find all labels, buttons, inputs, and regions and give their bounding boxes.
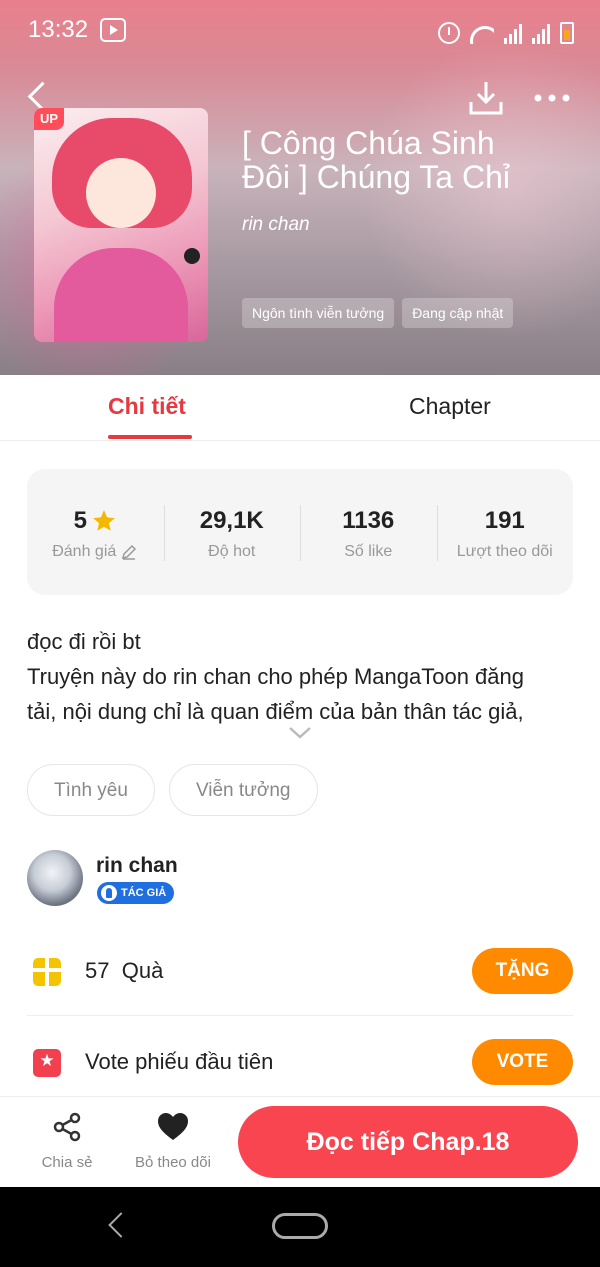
share-button[interactable]: Chia sẻ bbox=[22, 1111, 112, 1171]
vote-label: Vote phiếu đầu tiên bbox=[85, 1049, 274, 1074]
gift-label: Quà bbox=[121, 958, 164, 983]
tab-chapter[interactable]: Chapter bbox=[409, 393, 491, 420]
stat-followers: 191 Lượt theo dõi bbox=[436, 469, 574, 595]
share-label: Chia sẻ bbox=[41, 1154, 93, 1171]
author-name[interactable]: rin chan bbox=[96, 854, 178, 878]
tab-bar: Chi tiết Chapter bbox=[0, 375, 600, 441]
likes-label: Số like bbox=[344, 543, 393, 560]
stat-likes: 1136 Số like bbox=[300, 469, 437, 595]
stat-rating[interactable]: 5 Đánh giá bbox=[27, 469, 164, 595]
book-author[interactable]: rin chan bbox=[242, 214, 310, 236]
vote-button[interactable]: VOTE bbox=[472, 1039, 573, 1085]
nav-home-icon[interactable] bbox=[272, 1213, 328, 1239]
gift-icon bbox=[33, 958, 61, 986]
vote-row: Vote phiếu đầu tiên VOTE bbox=[27, 1017, 573, 1107]
edit-icon bbox=[122, 544, 137, 560]
stat-hot: 29,1K Độ hot bbox=[163, 469, 301, 595]
rating-value: 5 bbox=[73, 507, 87, 534]
genre-tag[interactable]: Ngôn tình viễn tưởng bbox=[242, 298, 395, 328]
signal-icon bbox=[504, 22, 522, 44]
unfollow-button[interactable]: Bỏ theo dõi bbox=[128, 1111, 218, 1171]
status-icons bbox=[438, 18, 574, 44]
more-icon[interactable] bbox=[532, 84, 572, 112]
book-header: 13:32 UP [ Công Chúa Sinh Đôi ] Chúng Ta… bbox=[0, 0, 600, 375]
book-description[interactable]: đọc đi rồi bt Truyện này do rin chan cho… bbox=[27, 624, 573, 729]
hot-value: 29,1K bbox=[199, 507, 264, 534]
bottom-action-bar: Chia sẻ Bỏ theo dõi Đọc tiếp Chap.18 bbox=[0, 1096, 600, 1187]
update-badge: UP bbox=[34, 108, 64, 130]
continue-reading-button[interactable]: Đọc tiếp Chap.18 bbox=[238, 1106, 578, 1178]
status-time: 13:32 bbox=[28, 16, 89, 43]
tag-fantasy[interactable]: Viễn tưởng bbox=[168, 764, 318, 816]
followers-label: Lượt theo dõi bbox=[456, 543, 553, 560]
author-badge: TÁC GIẢ bbox=[97, 882, 175, 904]
tag-love[interactable]: Tình yêu bbox=[27, 764, 155, 816]
rating-label: Đánh giá bbox=[52, 543, 117, 560]
description-line: tải, nội dung chỉ là quan điểm của bản t… bbox=[27, 699, 524, 724]
followers-value: 191 bbox=[484, 507, 525, 534]
wifi-icon bbox=[470, 24, 494, 44]
signal-icon bbox=[532, 22, 550, 44]
unfollow-label: Bỏ theo dõi bbox=[135, 1154, 211, 1171]
tab-details[interactable]: Chi tiết bbox=[108, 393, 186, 420]
gift-row: 57 Quà TẶNG bbox=[27, 926, 573, 1016]
alarm-icon bbox=[438, 22, 460, 44]
gift-count: 57 bbox=[85, 958, 110, 983]
likes-value: 1136 bbox=[342, 507, 395, 534]
description-line: Truyện này do rin chan cho phép MangaToo… bbox=[27, 664, 524, 689]
tab-active-indicator bbox=[108, 435, 192, 439]
genre-tags: Ngôn tình viễn tưởng Đang cập nhật bbox=[242, 298, 514, 328]
battery-icon bbox=[560, 22, 574, 44]
gift-button[interactable]: TẶNG bbox=[472, 948, 573, 994]
book-cover[interactable] bbox=[34, 108, 208, 342]
status-tag: Đang cập nhật bbox=[402, 298, 514, 328]
status-bar: 13:32 bbox=[0, 0, 600, 62]
stats-card: 5 Đánh giá 29,1K Độ hot 1136 Số like 191… bbox=[27, 469, 573, 595]
book-title: [ Công Chúa Sinh Đôi ] Chúng Ta Chỉ bbox=[242, 126, 510, 195]
heart-icon bbox=[158, 1113, 188, 1140]
nav-back-icon[interactable] bbox=[104, 1211, 128, 1241]
system-nav-bar bbox=[0, 1187, 600, 1267]
author-avatar[interactable] bbox=[27, 850, 83, 906]
tag-list: Tình yêu Viễn tưởng bbox=[27, 764, 318, 816]
star-icon bbox=[93, 510, 115, 531]
description-line: đọc đi rồi bt bbox=[27, 629, 141, 654]
vote-icon bbox=[33, 1049, 61, 1077]
download-icon[interactable] bbox=[466, 78, 506, 118]
share-icon bbox=[53, 1112, 81, 1142]
chevron-down-icon[interactable] bbox=[288, 726, 312, 740]
hot-label: Độ hot bbox=[208, 543, 256, 560]
app-notification-icon bbox=[100, 18, 126, 42]
